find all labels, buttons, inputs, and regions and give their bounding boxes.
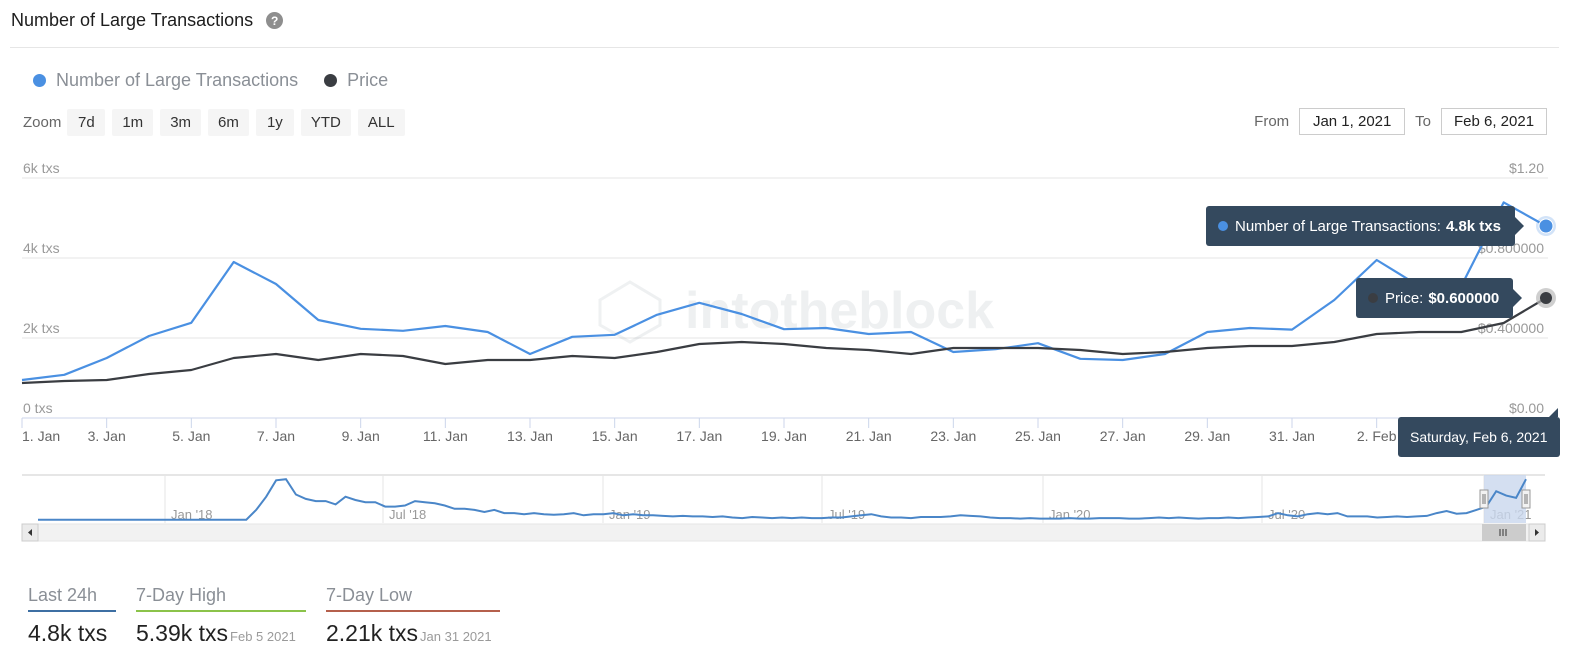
from-label: From	[1254, 113, 1290, 130]
tooltip-label: Number of Large Transactions:	[1235, 217, 1441, 235]
tooltip-value: 4.8k txs	[1445, 217, 1501, 235]
to-label: To	[1415, 113, 1431, 130]
tooltip-price: Price: $0.600000	[1356, 278, 1523, 318]
tooltip-label: Price:	[1385, 289, 1424, 307]
tooltip-transactions: Number of Large Transactions: 4.8k txs	[1206, 206, 1524, 246]
stat-label: 7-Day High	[136, 585, 306, 612]
legend-label: Number of Large Transactions	[56, 70, 299, 90]
x-tick-label: 15. Jan	[592, 428, 638, 444]
x-tick-label: 27. Jan	[1100, 428, 1146, 444]
stat-value-text: 4.8k txs	[28, 620, 108, 646]
to-date-input[interactable]	[1441, 108, 1547, 135]
hover-point-price	[1540, 292, 1552, 304]
navigator-scrollbar-thumb[interactable]	[1482, 524, 1526, 541]
main-chart[interactable]: 0 txs $0.002k txs $0.4000004k txs $0.800000…	[0, 150, 1573, 460]
stat-value-text: 2.21k txs	[326, 620, 419, 646]
x-tick-label: 21. Jan	[846, 428, 892, 444]
stat-last-24h: Last 24h 4.8k txs	[28, 585, 116, 647]
zoom-label: Zoom	[23, 114, 62, 131]
y-left-tick-label: 0 txs	[23, 400, 53, 416]
legend-dot-transactions	[33, 74, 46, 87]
from-date-input[interactable]	[1299, 108, 1406, 135]
stat-7day-low: 7-Day Low 2.21k txs Jan 31 2021	[326, 585, 500, 647]
date-range: From To	[1244, 108, 1547, 135]
x-tick-label: 7. Jan	[257, 428, 295, 444]
legend-dot-price	[324, 74, 338, 87]
navigator-handle-right[interactable]	[1521, 489, 1531, 509]
navigator-chart[interactable]: Jan '18 Jul '18 Jan '19 Jul '19 Jan '20 Jul '…	[0, 465, 1573, 550]
stat-label: 7-Day Low	[326, 585, 500, 612]
x-tick-label: 19. Jan	[761, 428, 807, 444]
stat-value: 5.39k txs Feb 5 2021	[136, 620, 306, 647]
stat-value: 4.8k txs	[28, 620, 116, 647]
y-right-tick-label: $0.00	[1509, 400, 1544, 416]
x-tick-label: 31. Jan	[1269, 428, 1315, 444]
navigator-handle-left[interactable]	[1479, 489, 1489, 509]
x-tick-label: 29. Jan	[1184, 428, 1230, 444]
y-right-tick-label: $1.20	[1509, 160, 1544, 176]
stat-label: Last 24h	[28, 585, 116, 612]
y-left-tick-label: 6k txs	[23, 160, 60, 176]
header-divider	[10, 47, 1559, 48]
question-circle-icon[interactable]: ?	[266, 12, 284, 29]
navigator-scrollbar-track[interactable]	[21, 523, 1546, 542]
stat-value-text: 5.39k txs	[136, 620, 229, 646]
x-tick-label: 5. Jan	[172, 428, 210, 444]
y-left-tick-label: 4k txs	[23, 240, 60, 256]
tooltip-date-text: Saturday, Feb 6, 2021	[1410, 429, 1548, 445]
x-tick-label: 9. Jan	[342, 428, 380, 444]
y-right-tick-label: $0.400000	[1478, 320, 1544, 336]
page-title: Number of Large Transactions	[11, 10, 254, 30]
legend-item-price[interactable]: Price	[324, 70, 388, 91]
legend-item-transactions[interactable]: Number of Large Transactions	[33, 70, 298, 91]
zoom-ytd-button[interactable]: YTD	[300, 109, 351, 136]
tooltip-dot-price	[1368, 293, 1378, 303]
x-tick-label: 2. Feb	[1357, 428, 1397, 444]
x-tick-label: 23. Jan	[930, 428, 976, 444]
y-left-tick-label: 2k txs	[23, 320, 60, 336]
x-tick-label: 1. Jan	[22, 428, 60, 444]
zoom-6m-button[interactable]: 6m	[208, 109, 249, 136]
zoom-1m-button[interactable]: 1m	[112, 109, 154, 136]
legend: Number of Large Transactions Price	[33, 70, 414, 91]
navigator-label: Jul '18	[389, 507, 426, 522]
tooltip-value: $0.600000	[1428, 289, 1500, 307]
zoom-all-button[interactable]: ALL	[357, 109, 405, 136]
tooltip-dot-transactions	[1218, 221, 1228, 231]
watermark-logo-icon	[598, 280, 662, 344]
stat-value: 2.21k txs Jan 31 2021	[326, 620, 500, 647]
watermark: intotheblock	[598, 280, 994, 344]
legend-label: Price	[347, 70, 389, 90]
stat-7day-high: 7-Day High 5.39k txs Feb 5 2021	[136, 585, 306, 647]
zoom-1y-button[interactable]: 1y	[255, 109, 294, 136]
x-tick-label: 17. Jan	[676, 428, 722, 444]
zoom-controls: Zoom 7d 1m 3m 6m 1y YTD ALL	[23, 109, 412, 136]
chart-header: Number of Large Transactions ?	[11, 10, 284, 31]
tooltip-date: Saturday, Feb 6, 2021	[1398, 408, 1560, 457]
zoom-7d-button[interactable]: 7d	[67, 109, 106, 136]
stats-panel: Last 24h 4.8k txs 7-Day High 5.39k txs Fe…	[28, 585, 520, 647]
stat-date: Feb 5 2021	[230, 629, 296, 644]
navigator-label: Jan '20	[1049, 507, 1091, 522]
x-tick-label: 3. Jan	[88, 428, 126, 444]
x-tick-label: 11. Jan	[423, 428, 468, 444]
zoom-3m-button[interactable]: 3m	[160, 109, 202, 136]
hover-point-transactions	[1538, 218, 1554, 234]
x-tick-label: 25. Jan	[1015, 428, 1061, 444]
x-tick-label: 13. Jan	[507, 428, 553, 444]
stat-date: Jan 31 2021	[420, 629, 492, 644]
